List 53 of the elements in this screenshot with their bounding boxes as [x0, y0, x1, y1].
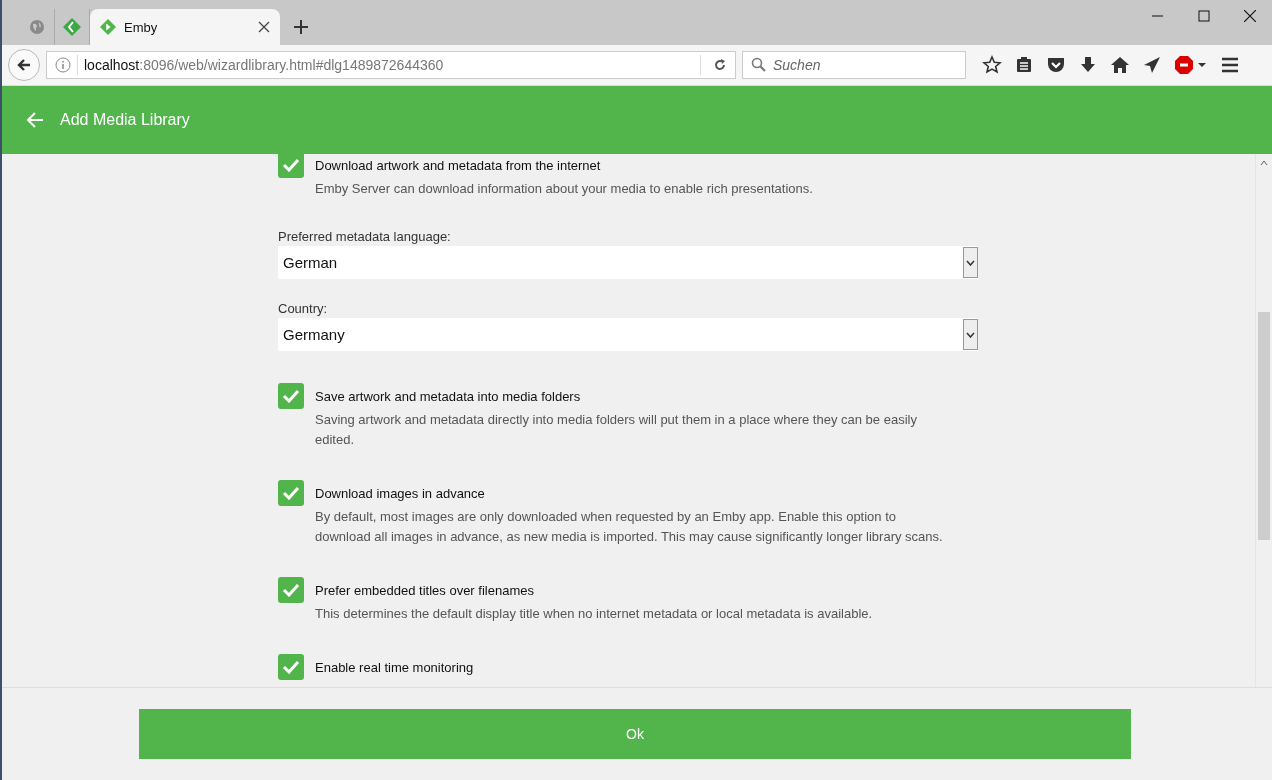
- address-bar[interactable]: localhost:8096/web/wizardlibrary.html#dlg1489872644360: [46, 51, 736, 79]
- setting-description: Saving artwork and metadata directly into media folders will put them in a place where they can be easily edited.: [315, 411, 918, 449]
- checkmark-icon: [282, 158, 300, 172]
- new-tab-icon[interactable]: [294, 20, 308, 34]
- scroll-up-icon[interactable]: [1260, 160, 1268, 166]
- checkbox[interactable]: [278, 480, 304, 506]
- setting-description: Emby Server can download information about your media to enable rich presentations.: [315, 180, 814, 198]
- close-icon[interactable]: [258, 21, 270, 33]
- checkmark-icon: [282, 389, 300, 403]
- setting-description: By default, most images are only downloaded when requested by an Emby app. Enable this option to download all images in advance, as new media is imported. This may cause significantly longer library scans.: [315, 508, 944, 546]
- info-icon: [55, 57, 71, 73]
- maximize-icon[interactable]: [1198, 10, 1210, 22]
- checkbox-label: Enable real time monitoring: [315, 660, 475, 675]
- reload-icon[interactable]: [713, 58, 727, 72]
- back-arrow-icon[interactable]: [16, 57, 32, 73]
- search-icon: [751, 57, 767, 73]
- caret-icon[interactable]: [966, 331, 975, 338]
- globe-icon: [29, 19, 45, 35]
- checkbox[interactable]: [278, 383, 304, 409]
- setting-description: This determines the default display title when no internet metadata or local metadata is available.: [315, 605, 874, 623]
- checkmark-icon: [282, 583, 300, 597]
- adblock-icon[interactable]: [1174, 55, 1208, 75]
- clipboard-icon[interactable]: [1015, 56, 1033, 74]
- home-icon[interactable]: [1110, 56, 1130, 74]
- search-field[interactable]: Suchen: [773, 53, 953, 77]
- checkmark-icon: [282, 660, 300, 674]
- emby-logo-icon: [100, 19, 116, 35]
- tab-title: Emby: [124, 19, 159, 35]
- pocket-icon[interactable]: [1046, 56, 1066, 74]
- checkbox-label: Prefer embedded titles over filenames: [315, 583, 535, 598]
- browser-tab[interactable]: Emby: [90, 9, 280, 45]
- menu-icon[interactable]: [1221, 57, 1239, 73]
- select-field[interactable]: Germany: [278, 318, 978, 351]
- caret-icon[interactable]: [966, 259, 975, 266]
- field-label: Preferred metadata language:: [278, 229, 452, 244]
- checkbox-label: Download images in advance: [315, 486, 486, 501]
- checkbox[interactable]: [278, 577, 304, 603]
- search-box[interactable]: Suchen: [742, 51, 966, 79]
- paper-plane-icon[interactable]: [1143, 56, 1161, 74]
- checkmark-icon: [282, 486, 300, 500]
- checkbox-label: Download artwork and metadata from the internet: [315, 158, 602, 173]
- field-label: Country:: [278, 301, 329, 316]
- back-button[interactable]: [8, 49, 40, 81]
- page-title: Add Media Library: [60, 111, 190, 129]
- checkbox-label: Save artwork and metadata into media folders: [315, 389, 582, 404]
- app-logo-icon: [63, 18, 81, 36]
- close-icon[interactable]: [1244, 10, 1256, 22]
- star-icon[interactable]: [982, 55, 1002, 75]
- checkbox[interactable]: [278, 654, 304, 680]
- select-field[interactable]: German: [278, 246, 978, 279]
- scrollbar[interactable]: [1255, 154, 1272, 687]
- checkbox[interactable]: [278, 154, 304, 178]
- download-icon[interactable]: [1079, 56, 1097, 74]
